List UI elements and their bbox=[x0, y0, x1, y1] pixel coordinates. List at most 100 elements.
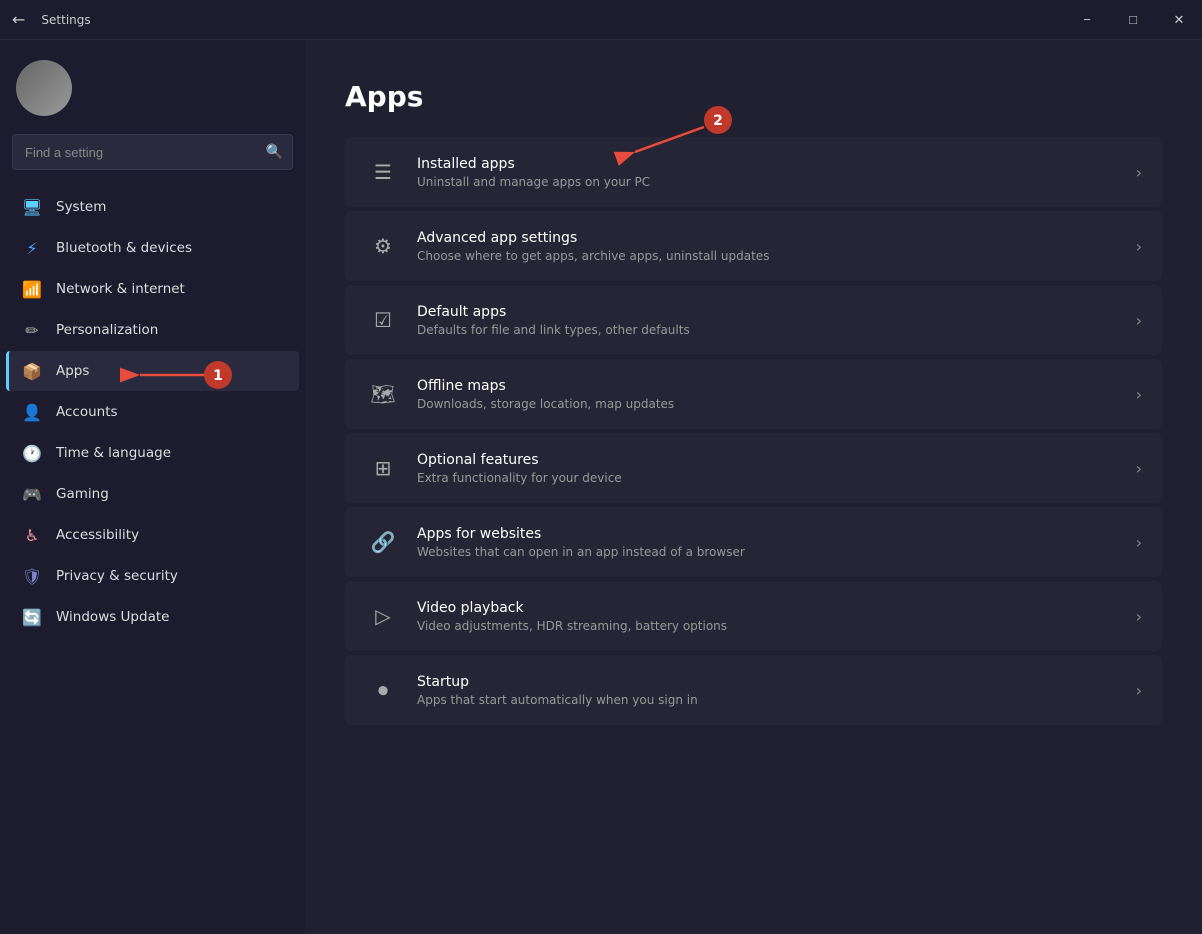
installed-apps-description: Uninstall and manage apps on your PC bbox=[417, 175, 1126, 189]
settings-item-offline-maps[interactable]: 🗺 Offline maps Downloads, storage location… bbox=[345, 359, 1162, 429]
back-icon[interactable]: ← bbox=[12, 10, 25, 29]
search-bar: 🔍 bbox=[12, 134, 293, 170]
apps-for-websites-description: Websites that can open in an app instead… bbox=[417, 545, 1126, 559]
network-icon: 📶 bbox=[22, 279, 42, 299]
avatar bbox=[16, 60, 72, 116]
close-button[interactable]: ✕ bbox=[1156, 0, 1202, 40]
titlebar-left: ← Settings bbox=[12, 10, 91, 29]
system-icon: 🖥 bbox=[22, 197, 42, 217]
startup-description: Apps that start automatically when you s… bbox=[417, 693, 1126, 707]
sidebar-item-personalization[interactable]: ✏ Personalization bbox=[6, 310, 299, 350]
sidebar-item-label-update: Windows Update bbox=[56, 609, 169, 625]
optional-features-icon: ⊞ bbox=[365, 450, 401, 486]
sidebar-item-bluetooth[interactable]: ⚡ Bluetooth & devices bbox=[6, 228, 299, 268]
personalization-icon: ✏ bbox=[22, 320, 42, 340]
apps-for-websites-text: Apps for websites Websites that can open … bbox=[417, 526, 1126, 559]
update-icon: 🔄 bbox=[22, 607, 42, 627]
settings-item-advanced-app-settings[interactable]: ⚙ Advanced app settings Choose where to ge… bbox=[345, 211, 1162, 281]
apps-for-websites-chevron-icon: › bbox=[1136, 533, 1142, 552]
maximize-button[interactable]: □ bbox=[1110, 0, 1156, 40]
startup-title: Startup bbox=[417, 674, 1126, 690]
advanced-app-settings-text: Advanced app settings Choose where to get… bbox=[417, 230, 1126, 263]
video-playback-icon: ▷ bbox=[365, 598, 401, 634]
user-profile bbox=[0, 40, 305, 126]
sidebar-item-label-bluetooth: Bluetooth & devices bbox=[56, 240, 192, 256]
search-icon: 🔍 bbox=[266, 144, 283, 160]
advanced-app-settings-description: Choose where to get apps, archive apps, … bbox=[417, 249, 1126, 263]
titlebar-title: Settings bbox=[41, 13, 90, 27]
settings-list: ☰ Installed apps Uninstall and manage apps… bbox=[345, 137, 1162, 725]
sidebar-item-label-personalization: Personalization bbox=[56, 322, 158, 338]
settings-item-default-apps[interactable]: ☑ Default apps Defaults for file and link … bbox=[345, 285, 1162, 355]
sidebar-item-privacy[interactable]: 🛡 Privacy & security bbox=[6, 556, 299, 596]
bluetooth-icon: ⚡ bbox=[22, 238, 42, 258]
default-apps-description: Defaults for file and link types, other … bbox=[417, 323, 1126, 337]
sidebar-item-time[interactable]: 🕐 Time & language bbox=[6, 433, 299, 473]
page-title: Apps bbox=[345, 80, 1162, 113]
default-apps-title: Default apps bbox=[417, 304, 1126, 320]
settings-item-video-playback[interactable]: ▷ Video playback Video adjustments, HDR st… bbox=[345, 581, 1162, 651]
avatar-image bbox=[16, 60, 72, 116]
sidebar-item-apps[interactable]: 📦 Apps bbox=[6, 351, 299, 391]
advanced-app-settings-chevron-icon: › bbox=[1136, 237, 1142, 256]
offline-maps-text: Offline maps Downloads, storage location,… bbox=[417, 378, 1126, 411]
optional-features-title: Optional features bbox=[417, 452, 1126, 468]
accessibility-icon: ♿ bbox=[22, 525, 42, 545]
sidebar-item-label-apps: Apps bbox=[56, 363, 89, 379]
settings-item-optional-features[interactable]: ⊞ Optional features Extra functionality fo… bbox=[345, 433, 1162, 503]
optional-features-text: Optional features Extra functionality for… bbox=[417, 452, 1126, 485]
settings-item-apps-for-websites[interactable]: 🔗 Apps for websites Websites that can open… bbox=[345, 507, 1162, 577]
apps-icon: 📦 bbox=[22, 361, 42, 381]
offline-maps-description: Downloads, storage location, map updates bbox=[417, 397, 1126, 411]
offline-maps-icon: 🗺 bbox=[365, 376, 401, 412]
sidebar: 🔍 🖥 System ⚡ Bluetooth & devices 📶 Network & … bbox=[0, 40, 305, 934]
advanced-app-settings-title: Advanced app settings bbox=[417, 230, 1126, 246]
titlebar: ← Settings − □ ✕ bbox=[0, 0, 1202, 40]
accounts-icon: 👤 bbox=[22, 402, 42, 422]
video-playback-title: Video playback bbox=[417, 600, 1126, 616]
video-playback-chevron-icon: › bbox=[1136, 607, 1142, 626]
titlebar-controls: − □ ✕ bbox=[1064, 0, 1202, 40]
video-playback-text: Video playback Video adjustments, HDR str… bbox=[417, 600, 1126, 633]
apps-for-websites-icon: 🔗 bbox=[365, 524, 401, 560]
settings-item-startup[interactable]: ⏺ Startup Apps that start automatically wh… bbox=[345, 655, 1162, 725]
offline-maps-chevron-icon: › bbox=[1136, 385, 1142, 404]
optional-features-chevron-icon: › bbox=[1136, 459, 1142, 478]
sidebar-item-accessibility[interactable]: ♿ Accessibility bbox=[6, 515, 299, 555]
offline-maps-title: Offline maps bbox=[417, 378, 1126, 394]
installed-apps-chevron-icon: › bbox=[1136, 163, 1142, 182]
minimize-button[interactable]: − bbox=[1064, 0, 1110, 40]
installed-apps-title: Installed apps bbox=[417, 156, 1126, 172]
sidebar-item-update[interactable]: 🔄 Windows Update bbox=[6, 597, 299, 637]
installed-apps-text: Installed apps Uninstall and manage apps … bbox=[417, 156, 1126, 189]
app-container: 🔍 🖥 System ⚡ Bluetooth & devices 📶 Network & … bbox=[0, 40, 1202, 934]
sidebar-item-label-privacy: Privacy & security bbox=[56, 568, 178, 584]
search-input[interactable] bbox=[12, 134, 293, 170]
sidebar-item-label-system: System bbox=[56, 199, 106, 215]
sidebar-item-network[interactable]: 📶 Network & internet bbox=[6, 269, 299, 309]
privacy-icon: 🛡 bbox=[22, 566, 42, 586]
content-area: Apps ☰ Installed apps Uninstall and manage… bbox=[305, 40, 1202, 934]
gaming-icon: 🎮 bbox=[22, 484, 42, 504]
settings-item-installed-apps[interactable]: ☰ Installed apps Uninstall and manage apps… bbox=[345, 137, 1162, 207]
video-playback-description: Video adjustments, HDR streaming, batter… bbox=[417, 619, 1126, 633]
sidebar-item-label-network: Network & internet bbox=[56, 281, 185, 297]
installed-apps-icon: ☰ bbox=[365, 154, 401, 190]
advanced-app-settings-icon: ⚙ bbox=[365, 228, 401, 264]
default-apps-icon: ☑ bbox=[365, 302, 401, 338]
sidebar-item-label-accessibility: Accessibility bbox=[56, 527, 139, 543]
sidebar-item-gaming[interactable]: 🎮 Gaming bbox=[6, 474, 299, 514]
sidebar-nav: 🖥 System ⚡ Bluetooth & devices 📶 Network & in… bbox=[0, 186, 305, 638]
startup-chevron-icon: › bbox=[1136, 681, 1142, 700]
time-icon: 🕐 bbox=[22, 443, 42, 463]
startup-text: Startup Apps that start automatically whe… bbox=[417, 674, 1126, 707]
startup-icon: ⏺ bbox=[365, 672, 401, 708]
sidebar-item-label-accounts: Accounts bbox=[56, 404, 118, 420]
sidebar-item-accounts[interactable]: 👤 Accounts bbox=[6, 392, 299, 432]
sidebar-item-label-gaming: Gaming bbox=[56, 486, 109, 502]
apps-for-websites-title: Apps for websites bbox=[417, 526, 1126, 542]
default-apps-chevron-icon: › bbox=[1136, 311, 1142, 330]
sidebar-item-label-time: Time & language bbox=[56, 445, 171, 461]
optional-features-description: Extra functionality for your device bbox=[417, 471, 1126, 485]
sidebar-item-system[interactable]: 🖥 System bbox=[6, 187, 299, 227]
